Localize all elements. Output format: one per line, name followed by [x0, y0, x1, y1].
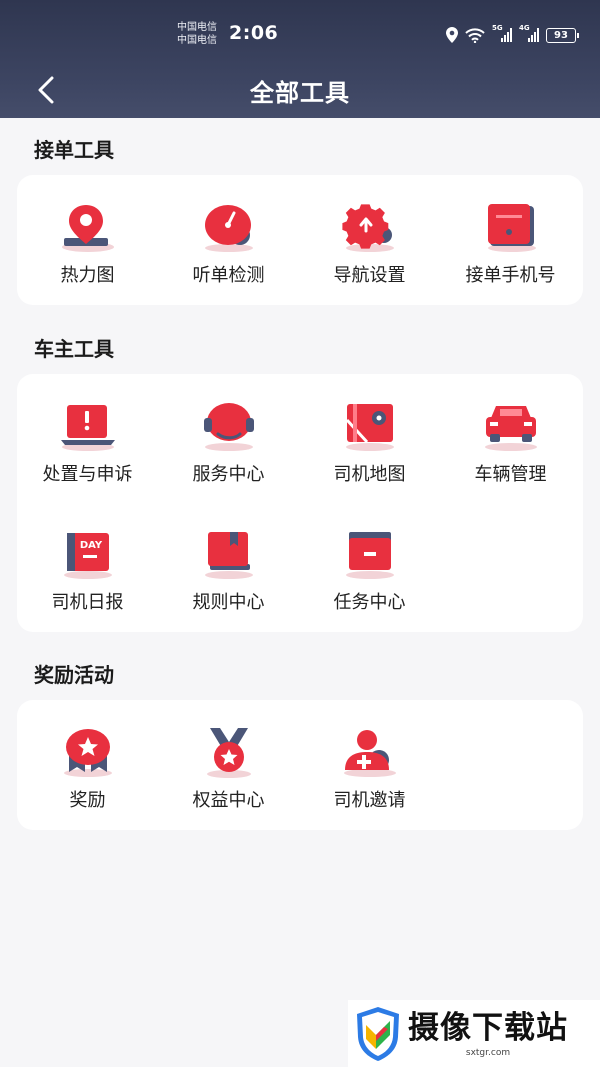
watermark-text: 摄像下载站 sxtgr.com [408, 1010, 568, 1058]
tool-label: 奖励 [69, 790, 106, 811]
status-bar: 中国电信 中国电信 2:06 5G 4G 93 [0, 0, 600, 60]
location-pin-icon [61, 205, 114, 252]
card-rewards: 奖励 权益中心 司机邀请 [17, 700, 583, 830]
section-title-rewards: 奖励活动 [34, 663, 114, 687]
tool-navigation-settings[interactable]: 导航设置 [299, 201, 440, 301]
tool-label: 司机地图 [333, 464, 406, 485]
alert-laptop-icon [60, 405, 115, 451]
car-icon [484, 406, 537, 451]
watermark-shield-logo [357, 1006, 399, 1061]
tool-heatmap[interactable]: 热力图 [17, 201, 158, 301]
watermark-url: sxtgr.com [465, 1047, 511, 1058]
tool-label: 接单手机号 [465, 265, 556, 286]
tool-driver-invite[interactable]: 司机邀请 [299, 726, 440, 826]
tool-task-center[interactable]: 任务中心 [299, 528, 440, 628]
phone-box-icon [487, 204, 536, 252]
tool-order-phone[interactable]: 接单手机号 [440, 201, 581, 301]
gear-arrow-icon [341, 204, 394, 252]
carrier-names: 中国电信 中国电信 [177, 21, 217, 47]
map-icon [345, 404, 394, 451]
tool-service-center[interactable]: 服务中心 [158, 400, 299, 500]
user-plus-icon [343, 730, 396, 777]
signal-5g-icon: 5G [492, 24, 512, 42]
section-title-order-tools: 接单工具 [34, 138, 114, 162]
wifi-icon [465, 27, 485, 43]
tool-benefits-center[interactable]: 权益中心 [158, 726, 299, 826]
star-ribbon-icon [63, 729, 112, 777]
tool-rewards[interactable]: 奖励 [17, 726, 158, 826]
watermark-badge: 摄像下载站 sxtgr.com [348, 1000, 600, 1067]
page-title: 全部工具 [250, 79, 350, 107]
tool-label: 导航设置 [333, 265, 406, 286]
card-owner-tools: 处置与申诉 服务中心 司机地图 车辆管理 DAY 司机日报 规则中心 任务中心 [17, 374, 583, 632]
app-header: 中国电信 中国电信 2:06 5G 4G 93 全部工具 [0, 0, 600, 118]
carrier-1: 中国电信 [177, 22, 217, 33]
tool-label: 车辆管理 [474, 464, 547, 485]
signal-tag-4g: 4G [519, 24, 530, 32]
tool-label: 服务中心 [192, 464, 265, 485]
tool-driver-daily[interactable]: DAY 司机日报 [17, 528, 158, 628]
tool-order-check[interactable]: 听单检测 [158, 201, 299, 301]
card-order-tools: 热力图 听单检测 导航设置 接单手机号 [17, 175, 583, 305]
tool-label: 司机日报 [51, 592, 124, 613]
tool-label: 处置与申诉 [42, 464, 133, 485]
rule-book-icon [204, 532, 253, 579]
gauge-icon [204, 205, 253, 252]
signal-4g-icon: 4G [519, 24, 539, 42]
tool-label: 任务中心 [333, 592, 406, 613]
day-calendar-icon: DAY [63, 533, 112, 579]
tool-disposal-appeal[interactable]: 处置与申诉 [17, 400, 158, 500]
tool-vehicle-management[interactable]: 车辆管理 [440, 400, 581, 500]
day-icon-text: DAY [79, 540, 102, 551]
carrier-2: 中国电信 [177, 35, 217, 46]
tool-rule-center[interactable]: 规则中心 [158, 528, 299, 628]
tool-label: 权益中心 [192, 790, 265, 811]
tool-label: 规则中心 [192, 592, 265, 613]
star-medal-icon [206, 728, 251, 778]
watermark-title: 摄像下载站 [408, 1009, 568, 1046]
signal-tag-5g: 5G [492, 24, 503, 32]
section-title-owner-tools: 车主工具 [34, 337, 114, 361]
task-folder-icon [345, 532, 394, 579]
battery-level: 93 [554, 29, 568, 41]
tool-label: 热力图 [60, 265, 115, 286]
tool-driver-map[interactable]: 司机地图 [299, 400, 440, 500]
battery-icon: 93 [546, 27, 579, 43]
tool-label: 司机邀请 [333, 790, 406, 811]
headset-icon [203, 403, 254, 451]
location-icon [446, 27, 458, 43]
tool-label: 听单检测 [192, 265, 265, 286]
status-time: 2:06 [229, 22, 279, 44]
status-icons: 5G 4G 93 [446, 24, 579, 45]
